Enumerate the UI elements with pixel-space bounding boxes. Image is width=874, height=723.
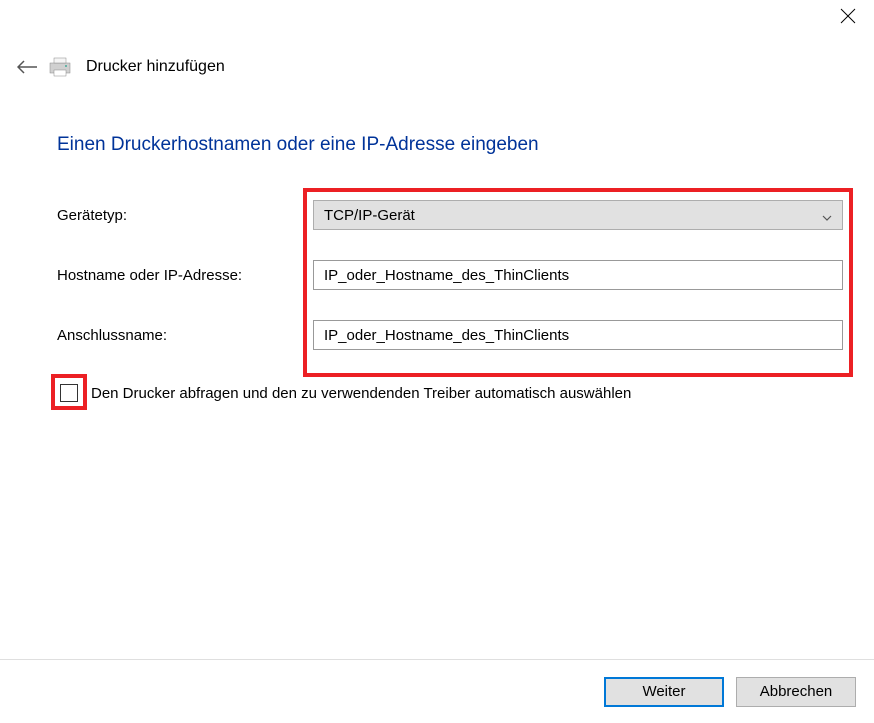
cancel-button[interactable]: Abbrechen: [736, 677, 856, 707]
highlight-box-checkbox: [51, 374, 87, 410]
portname-label: Anschlussname:: [57, 327, 313, 344]
device-type-select[interactable]: TCP/IP-Gerät: [313, 200, 843, 230]
back-arrow-icon[interactable]: [16, 56, 38, 78]
chevron-down-icon: [822, 210, 832, 220]
wizard-title: Drucker hinzufügen: [82, 58, 225, 76]
hostname-label: Hostname oder IP-Adresse:: [57, 267, 313, 284]
query-printer-label: Den Drucker abfragen und den zu verwende…: [91, 385, 631, 402]
close-icon[interactable]: [840, 8, 856, 24]
next-button[interactable]: Weiter: [604, 677, 724, 707]
device-type-value: TCP/IP-Gerät: [324, 207, 822, 224]
device-type-label: Gerätetyp:: [57, 207, 313, 224]
printer-icon: [48, 57, 72, 77]
page-heading: Einen Druckerhostnamen oder eine IP-Adre…: [0, 78, 874, 156]
